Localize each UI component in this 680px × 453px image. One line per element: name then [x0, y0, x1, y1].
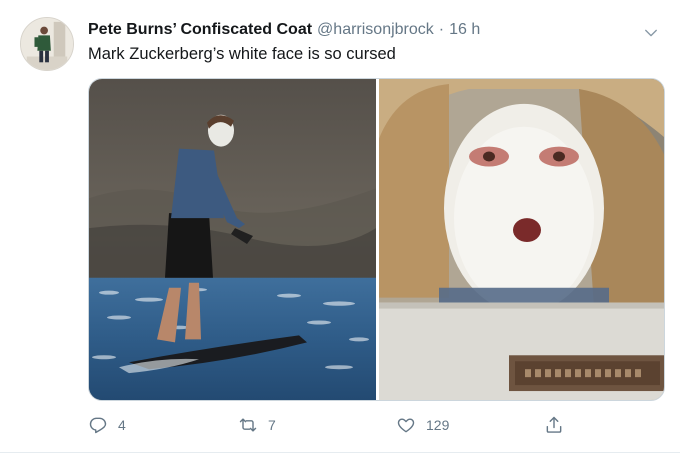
- tweet-actions: 4 7 129: [88, 412, 568, 438]
- heart-icon: [397, 418, 415, 433]
- surfer-photo-image: [89, 79, 376, 400]
- retweet-button[interactable]: 7: [238, 412, 276, 438]
- tweet-timestamp[interactable]: 16 h: [449, 21, 480, 39]
- like-button[interactable]: 129: [396, 412, 449, 438]
- retweet-icon: [239, 418, 257, 432]
- tweet-card[interactable]: Pete Burns’ Confiscated Coat @harrisonjb…: [0, 0, 680, 453]
- reply-icon: [89, 417, 107, 434]
- author-avatar[interactable]: [20, 17, 74, 71]
- author-handle[interactable]: @harrisonjbrock: [317, 21, 434, 39]
- header-separator: ·: [438, 21, 445, 38]
- tweet-media: [88, 78, 665, 401]
- reply-count: 4: [118, 417, 126, 433]
- share-button[interactable]: [544, 412, 574, 438]
- pie-face-photo-image: [379, 79, 664, 400]
- retweet-count: 7: [268, 417, 276, 433]
- reply-button[interactable]: 4: [88, 412, 126, 438]
- avatar-image: [21, 18, 73, 70]
- more-options-button[interactable]: [642, 24, 660, 42]
- share-icon: [546, 416, 562, 433]
- like-count: 129: [426, 417, 450, 433]
- chevron-down-icon: [645, 29, 657, 37]
- surfer-photo[interactable]: [89, 79, 376, 400]
- tweet-text: Mark Zuckerberg’s white face is so curse…: [88, 45, 396, 63]
- tweet-header: Pete Burns’ Confiscated Coat @harrisonjb…: [88, 21, 480, 43]
- pie-face-photo[interactable]: [379, 79, 664, 400]
- author-display-name[interactable]: Pete Burns’ Confiscated Coat: [88, 21, 312, 39]
